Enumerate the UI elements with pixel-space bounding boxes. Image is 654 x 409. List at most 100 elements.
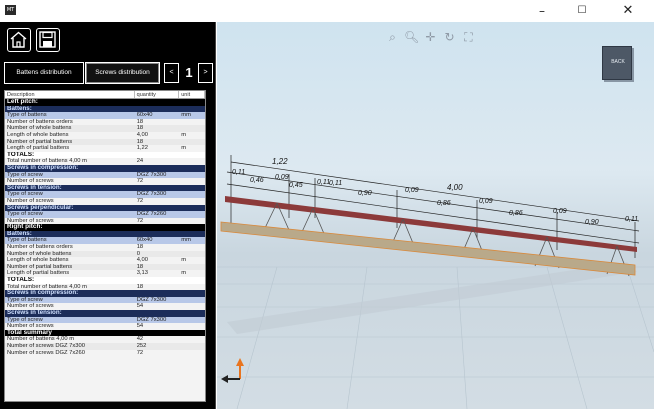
cell-description: Length of partial battens — [7, 145, 70, 152]
table-row[interactable]: Number of battens 4,00 m 42 — [5, 336, 205, 343]
cell-unit — [179, 297, 205, 304]
table-row[interactable]: Type of screw DGZ 7x300 — [5, 171, 205, 179]
cell-description: Number of partial battens — [7, 263, 73, 270]
table-row[interactable]: Screws perpendicular: — [5, 204, 205, 212]
app-icon: MT — [5, 5, 16, 15]
cell-description: Number of battens orders — [7, 118, 73, 125]
table-row[interactable]: Number of screws DGZ 7x300 252 — [5, 342, 205, 350]
cell-unit — [179, 264, 205, 271]
cell-quantity: DGZ 7x300 — [136, 191, 167, 198]
cell-unit — [179, 350, 205, 357]
table-row[interactable]: Number of screws 72 — [5, 218, 205, 225]
table-row[interactable]: Length of partial battens 1,22 m — [5, 145, 205, 152]
cell-unit — [179, 251, 205, 258]
table-row[interactable]: Length of whole battens 4,00 m — [5, 257, 205, 264]
cell-unit — [179, 303, 205, 310]
close-button[interactable]: ✕ — [608, 0, 648, 22]
cell-quantity: 0 — [136, 250, 140, 257]
save-button[interactable] — [36, 28, 60, 52]
table-row[interactable]: Type of screw DGZ 7x300 — [5, 296, 205, 304]
table-row[interactable]: Battens: — [5, 230, 205, 238]
table-row[interactable]: Number of partial battens 18 — [5, 138, 205, 146]
table-row[interactable]: Number of screws 72 — [5, 198, 205, 205]
minimize-button[interactable]: – — [522, 0, 562, 22]
dim-label: 0,11 — [232, 169, 245, 176]
cell-description: Number of partial battens — [7, 138, 73, 145]
table-row[interactable]: Length of whole battens 4,00 m — [5, 132, 205, 139]
table-row[interactable]: TOTALS: — [5, 151, 205, 159]
table-row[interactable]: Type of battens 60x40 mm — [5, 112, 205, 119]
home-button[interactable] — [7, 28, 31, 52]
summary-table: Description quantity unit Left pitch: Bat… — [4, 90, 206, 402]
table-row[interactable]: Screws in compression: — [5, 290, 205, 297]
table-row[interactable]: Number of partial battens 18 — [5, 263, 205, 271]
next-page-button[interactable]: > — [198, 63, 213, 83]
cell-quantity: 1,22 — [136, 145, 148, 152]
cell-unit — [179, 158, 205, 165]
table-row[interactable]: Total number of battens 4,00 m 18 — [5, 284, 205, 291]
cell-quantity — [135, 99, 180, 106]
table-row[interactable]: Number of screws 54 — [5, 323, 205, 330]
cell-description: Number of screws — [7, 323, 54, 330]
table-row[interactable]: Screws in tension: — [5, 184, 205, 192]
cell-unit — [179, 284, 205, 291]
cell-quantity — [135, 165, 180, 172]
table-row[interactable]: Total summary — [5, 329, 205, 337]
cell-quantity: 60x40 — [136, 112, 153, 119]
cell-unit — [179, 106, 205, 113]
table-row[interactable]: Number of screws DGZ 7x260 72 — [5, 350, 205, 357]
column-header-unit[interactable]: unit — [179, 91, 205, 98]
column-header-quantity[interactable]: quantity — [135, 91, 180, 98]
axis-gizmo — [221, 358, 244, 383]
cell-unit — [179, 317, 205, 324]
cell-description: Screws in tension: — [7, 310, 62, 316]
cell-quantity — [135, 277, 180, 284]
column-header-description[interactable]: Description — [5, 91, 135, 98]
table-row[interactable]: Length of partial battens 3,13 m — [5, 270, 205, 277]
table-row[interactable]: TOTALS: — [5, 277, 205, 284]
3d-viewport[interactable]: ⌕ 🔍︎ ✛ ↻ ⛶ BACK 1,22 4,00 0,11 0,46 0,09… — [217, 22, 654, 409]
table-row[interactable]: Left pitch: — [5, 99, 205, 106]
cell-unit — [179, 139, 205, 146]
cell-description: Number of screws DGZ 7x300 — [7, 342, 85, 349]
tab-screws-distribution[interactable]: Screws distribution — [85, 62, 160, 84]
cell-quantity: 72 — [136, 178, 144, 185]
cell-quantity — [135, 205, 180, 212]
cell-description: Screws in compression: — [7, 290, 79, 297]
table-row[interactable]: Number of battens orders 18 — [5, 244, 205, 251]
dim-label: 0,09 — [479, 198, 493, 205]
dim-label: 0,90 — [358, 190, 372, 197]
cell-description: Left pitch: — [7, 99, 38, 105]
table-row[interactable]: Type of screw DGZ 7x300 — [5, 191, 205, 198]
tab-battens-distribution[interactable]: Battens distribution — [4, 62, 84, 84]
maximize-button[interactable]: ☐ — [562, 0, 602, 22]
cell-quantity: 24 — [136, 158, 144, 165]
table-row[interactable]: Right pitch: — [5, 224, 205, 231]
table-row[interactable]: Battens: — [5, 105, 205, 113]
cell-quantity: 72 — [136, 217, 144, 224]
table-row[interactable]: Number of screws 54 — [5, 303, 205, 310]
cell-quantity: 18 — [136, 263, 144, 270]
scene-canvas: 1,22 4,00 0,11 0,46 0,09 0,45 0,11 0,11 … — [217, 155, 654, 409]
cell-quantity: 18 — [136, 138, 144, 145]
cell-unit — [179, 152, 205, 159]
cell-unit — [179, 125, 205, 132]
tab-bar: Battens distribution Screws distribution… — [0, 59, 216, 89]
previous-page-button[interactable]: < — [164, 63, 179, 83]
table-row[interactable]: Screws in tension: — [5, 310, 205, 317]
table-row[interactable]: Number of screws 72 — [5, 178, 205, 185]
table-row[interactable]: Number of whole battens 0 — [5, 250, 205, 258]
table-row[interactable]: Type of screw DGZ 7x300 — [5, 316, 205, 324]
dim-top-2: 4,00 — [447, 183, 463, 192]
table-row[interactable]: Type of battens 60x40 mm — [5, 237, 205, 245]
table-row[interactable]: Number of battens orders 18 — [5, 119, 205, 126]
cell-unit — [179, 205, 205, 212]
table-row[interactable]: Screws in compression: — [5, 164, 205, 172]
batten-shadow — [227, 262, 637, 334]
table-row[interactable]: Number of whole battens 18 — [5, 125, 205, 132]
page-number: 1 — [185, 65, 193, 80]
table-row[interactable]: Total number of battens 4,00 m 24 — [5, 158, 205, 165]
cell-description: Total number of battens 4,00 m — [7, 283, 87, 290]
table-row[interactable]: Type of screw DGZ 7x260 — [5, 211, 205, 218]
dim-label: 0,09 — [275, 174, 289, 181]
